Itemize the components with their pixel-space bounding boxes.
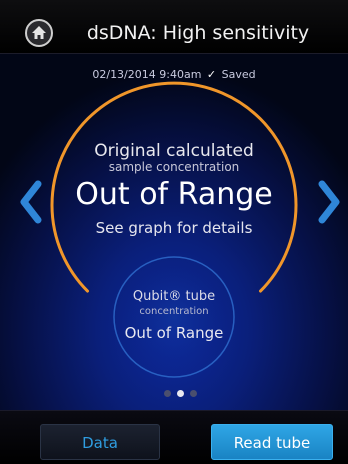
chevron-right-icon <box>318 180 340 224</box>
chevron-left-icon <box>20 180 42 224</box>
screen: dsDNA: High sensitivity 02/13/2014 9:40a… <box>0 0 348 464</box>
page-dot-active[interactable] <box>177 390 184 397</box>
footer-bar: Data Read tube <box>0 410 348 464</box>
read-tube-button[interactable]: Read tube <box>211 424 333 460</box>
graph-details-hint[interactable]: See graph for details <box>40 219 308 237</box>
main-result-label-line2: sample concentration <box>108 160 240 174</box>
tube-result-value: Out of Range <box>124 324 224 342</box>
main-result-value: Out of Range <box>75 177 273 212</box>
data-button[interactable]: Data <box>40 424 160 460</box>
tube-result-label-line2: concentration <box>139 306 209 317</box>
page-dot[interactable] <box>164 390 171 397</box>
page-indicator <box>162 390 202 400</box>
main-result-label-line1: Original calculated <box>94 141 254 161</box>
next-page-button[interactable] <box>318 180 342 224</box>
tube-result-label-line1: Qubit® tube <box>132 289 216 304</box>
previous-page-button[interactable] <box>18 180 42 224</box>
page-dot[interactable] <box>190 390 197 397</box>
